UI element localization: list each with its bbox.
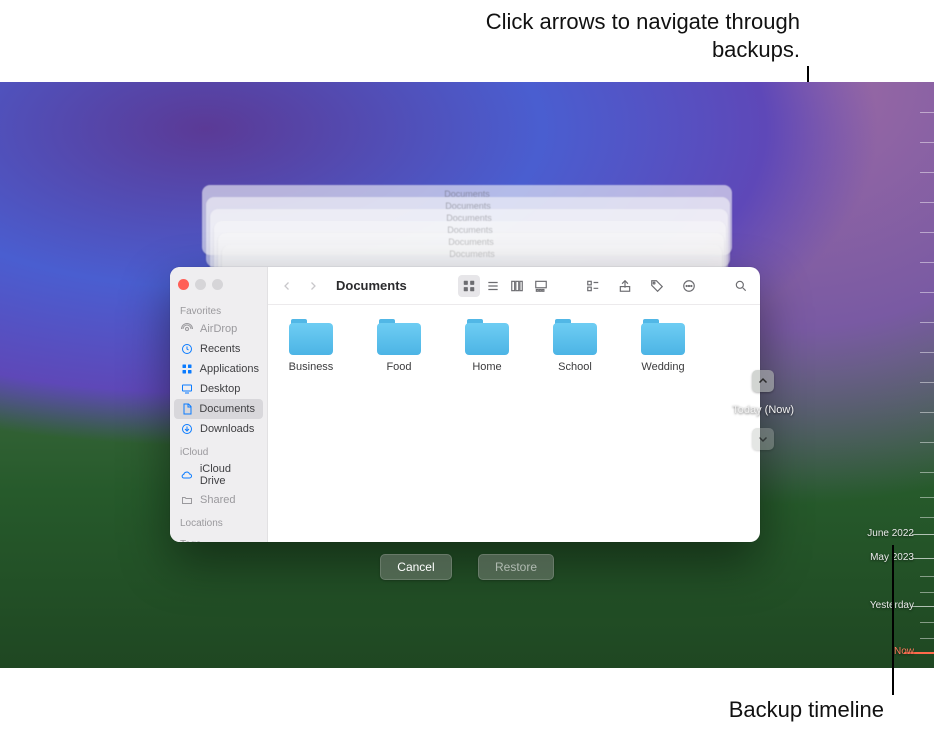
document-icon: [180, 402, 193, 416]
sidebar-label: Documents: [199, 403, 255, 415]
annotation-top: Click arrows to navigate through backups…: [420, 8, 800, 63]
column-view-button[interactable]: [506, 275, 528, 297]
restore-button[interactable]: Restore: [478, 554, 554, 580]
folder-item[interactable]: Business: [280, 319, 342, 373]
window-controls: [170, 273, 267, 300]
minimize-window-button[interactable]: [195, 279, 206, 290]
group-by-button[interactable]: [582, 275, 604, 297]
sidebar-label: Desktop: [200, 383, 240, 395]
folder-icon: [465, 319, 509, 355]
sidebar-item-documents[interactable]: Documents: [174, 399, 263, 419]
search-button[interactable]: [730, 275, 752, 297]
forward-button[interactable]: [302, 275, 324, 297]
backup-stack: Documents Documents Documents Documents …: [200, 185, 746, 215]
folder-icon: [641, 319, 685, 355]
current-backup-label: Today (Now): [732, 400, 794, 420]
sidebar-head-icloud: iCloud: [170, 443, 267, 460]
folder-icon: [289, 319, 333, 355]
sidebar-item-shared[interactable]: Shared: [170, 490, 267, 510]
apps-icon: [180, 362, 194, 376]
time-machine-desktop: Documents Documents Documents Documents …: [0, 82, 934, 668]
sidebar-head-locations: Locations: [170, 514, 267, 531]
folder-label: Food: [386, 361, 411, 373]
folder-label: Home: [472, 361, 501, 373]
cloud-icon: [180, 468, 194, 482]
finder-window: Favorites AirDrop Recents Applications: [170, 267, 760, 542]
sidebar-item-icloud-drive[interactable]: iCloud Drive: [170, 460, 267, 490]
folder-icon: [377, 319, 421, 355]
finder-main: Documents: [268, 267, 760, 542]
share-button[interactable]: [614, 275, 636, 297]
folder-item[interactable]: Wedding: [632, 319, 694, 373]
finder-content: Business Food Home School: [268, 305, 760, 542]
sidebar-item-recents[interactable]: Recents: [170, 339, 267, 359]
folder-item[interactable]: Home: [456, 319, 518, 373]
sidebar-label: Shared: [200, 494, 235, 506]
clock-icon: [180, 342, 194, 356]
backup-timeline[interactable]: June 2022 May 2023 Yesterday Now: [864, 82, 934, 668]
sidebar-item-downloads[interactable]: Downloads: [170, 419, 267, 439]
sidebar-item-airdrop[interactable]: AirDrop: [170, 319, 267, 339]
folder-label: School: [558, 361, 592, 373]
folder-label: Business: [289, 361, 334, 373]
back-button[interactable]: [276, 275, 298, 297]
sidebar-item-applications[interactable]: Applications: [170, 359, 267, 379]
annotation-bottom-leader: [892, 545, 894, 695]
view-mode-group: [458, 275, 552, 297]
finder-toolbar: Documents: [268, 267, 760, 305]
time-machine-nav: Today (Now): [732, 370, 794, 450]
window-title: Documents: [336, 278, 407, 293]
download-icon: [180, 422, 194, 436]
airdrop-icon: [180, 322, 194, 336]
sidebar-label: iCloud Drive: [200, 463, 259, 487]
sidebar-label: Applications: [200, 363, 259, 375]
folder-label: Wedding: [641, 361, 684, 373]
action-buttons: Cancel Restore: [0, 554, 934, 580]
folder-item[interactable]: Food: [368, 319, 430, 373]
tags-button[interactable]: [646, 275, 668, 297]
list-view-button[interactable]: [482, 275, 504, 297]
folder-item[interactable]: School: [544, 319, 606, 373]
annotation-bottom: Backup timeline: [729, 697, 884, 723]
sidebar-item-desktop[interactable]: Desktop: [170, 379, 267, 399]
cancel-button[interactable]: Cancel: [380, 554, 452, 580]
nav-older-backup-button[interactable]: [752, 370, 774, 392]
icon-view-button[interactable]: [458, 275, 480, 297]
finder-sidebar: Favorites AirDrop Recents Applications: [170, 267, 268, 542]
gallery-view-button[interactable]: [530, 275, 552, 297]
desktop-icon: [180, 382, 194, 396]
sidebar-label: AirDrop: [200, 323, 237, 335]
sidebar-head-tags: Tags: [170, 535, 267, 542]
folder-icon: [553, 319, 597, 355]
shared-folder-icon: [180, 493, 194, 507]
sidebar-label: Downloads: [200, 423, 254, 435]
sidebar-label: Recents: [200, 343, 240, 355]
more-actions-button[interactable]: [678, 275, 700, 297]
sidebar-head-favorites: Favorites: [170, 302, 267, 319]
nav-newer-backup-button[interactable]: [752, 428, 774, 450]
timeline-label-now: Now: [894, 646, 914, 657]
zoom-window-button[interactable]: [212, 279, 223, 290]
close-window-button[interactable]: [178, 279, 189, 290]
timeline-label: June 2022: [867, 528, 914, 539]
